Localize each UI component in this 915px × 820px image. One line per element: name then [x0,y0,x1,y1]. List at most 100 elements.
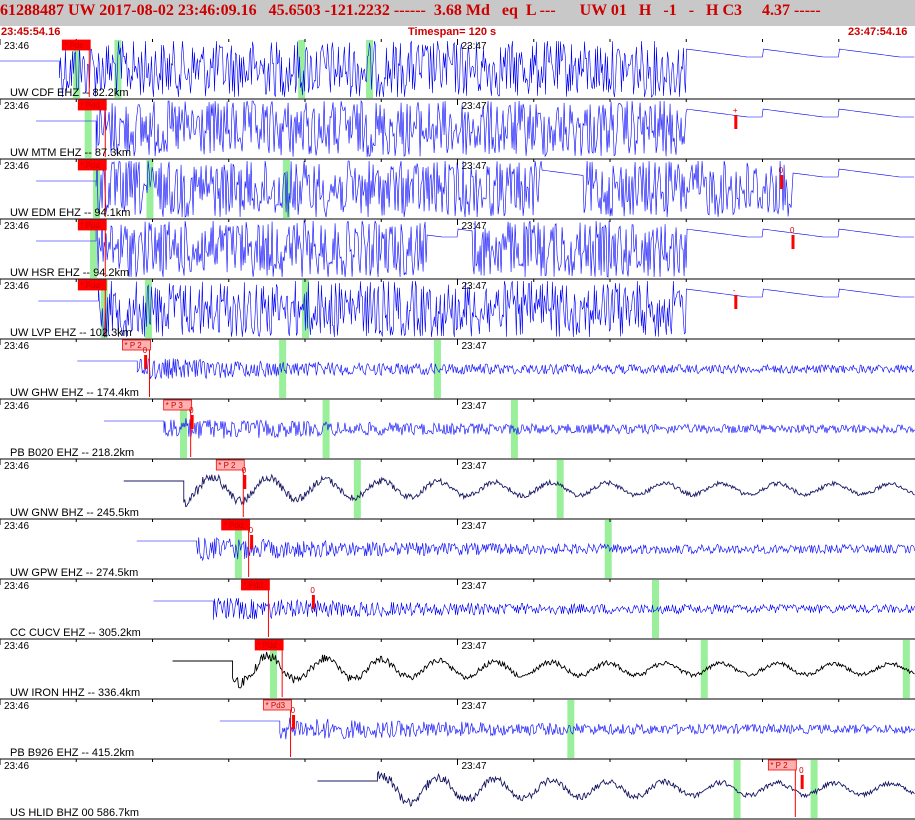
waveform [123,473,915,508]
trace-panel: 23:46 23:47 * P 2 0 UW GNW BHZ -- 245.5km [0,459,915,520]
tick-label: 23:47 [462,461,487,472]
magnitude: 3.68 Md [433,2,490,19]
station-label: CC CUCV EHZ -- 305.2km [10,627,141,639]
pick-label: * Pdc [64,41,83,50]
pick-mark-label: 0 [779,166,784,175]
trace-panel: 23:46 23:47 * Pdd - UW LVP EHZ -- 102.3km [0,279,915,340]
waveform [0,40,915,98]
origin-date: 2017-08-02 [99,2,174,19]
pick-label: * Pdd [243,581,263,590]
pick-mark [734,295,738,309]
pick-mark-label: + [733,106,738,115]
pick-label: * Pdd [80,281,100,290]
network: UW [68,2,96,19]
tick-label: 23:47 [462,161,487,172]
header-bar: 61288487 UW 2017-08-02 23:46:09.16 45.65… [0,0,915,26]
tick-label: 23:47 [462,41,487,52]
waveform [103,418,915,439]
pick-mark [780,175,784,189]
trace-panel: 23:46 23:47 * P 20 UW GHW EHZ -- 174.4km [0,339,915,400]
waveform [172,651,915,689]
tick-label: 23:47 [462,701,487,712]
green-marker [700,640,708,698]
trace-panel: 23:46 23:47 * Pdd UW IRON HHZ -- 336.4km [0,639,915,700]
waveform [317,771,915,807]
station-label: UW GPW EHZ -- 274.5km [10,567,138,579]
tick-label: 23:46 [4,161,29,172]
pick-mark [791,235,795,249]
tick-label: 23:47 [462,641,487,652]
pick-mark [311,595,315,609]
event-summary-line: 61288487 UW 2017-08-02 23:46:09.16 45.65… [0,1,915,21]
waveform [219,717,915,740]
score: 4.37 ----- [762,2,821,19]
green-marker [556,460,564,518]
tick-label: 23:47 [462,401,487,412]
tick-label: 23:46 [4,701,29,712]
trace-panel: 23:46 23:47 * Pdd 0 UW GPW EHZ -- 274.5km [0,519,915,580]
longitude: -121.2232 [324,2,390,19]
pick-label: * P 3 [166,401,184,410]
pick-label: * Pdd [80,101,100,110]
trace-panel: 23:46 23:47 * P 3 0 PB B020 EHZ -- 218.2km [0,399,915,460]
station-label: UW CDF EHZ -- 82.2km [10,87,129,99]
tick-label: 23:46 [4,641,29,652]
waveform [136,536,915,562]
start-time: 23:45:54.16 [1,26,61,38]
pick-mark [190,415,194,429]
tick-label: 23:46 [4,761,29,772]
pick-label: * Pd3 [266,701,286,710]
tick-label: 23:46 [4,281,29,292]
trace-panel: 23:46 23:47 * Pdc UW CDF EHZ -- 82.2km [0,39,915,100]
end-time: 23:47:54.16 [848,26,908,38]
pick-mark-label: 0 [242,466,247,475]
tick-label: 23:46 [4,581,29,592]
station-label: US HLID BHZ 00 586.7km [10,807,139,819]
green-marker [810,760,818,818]
station-label: UW GHW EHZ -- 174.4km [10,387,139,399]
trace-panel: 23:46 23:47 * Pdd 0 CC CUCV EHZ -- 305.2km [0,579,915,640]
green-marker [279,340,287,398]
station-label: PB B926 EHZ -- 415.2km [10,747,134,759]
event-id: 61288487 [0,2,64,19]
pick-mark [292,715,296,729]
timespan: Timespan= 120 s [408,26,497,38]
tick-label: 23:47 [462,221,487,232]
waveform [153,597,915,620]
tick-label: 23:47 [462,761,487,772]
origin-time: 23:46:09.16 [177,2,257,19]
pick-mark-label: 0 [799,766,804,775]
tick-label: 23:47 [462,101,487,112]
pick-mark-label: 0 [249,526,254,535]
pick-mark [144,355,148,369]
pick-mark [243,475,247,489]
pick-label: * Pdd [80,161,100,170]
tick-label: 23:46 [4,461,29,472]
pick-mark-label: 0 [310,586,315,595]
pick-label: * Pdd [257,641,277,650]
waveform [77,356,915,380]
pick-label: * Pdd [80,221,100,230]
pick-mark [250,535,254,549]
station-label: UW IRON HHZ -- 336.4km [10,687,140,699]
latitude: 45.6503 [268,2,321,19]
review-tag: UW 01 H -1 - H C3 [579,2,743,19]
pick-mark-label: - [733,286,736,295]
station-label: UW HSR EHZ -- 94.2km [10,267,129,279]
seismogram-page: { "header": { "event_id": "61288487", "n… [0,0,915,820]
station-label: UW EDM EHZ -- 94.1km [10,207,130,219]
tick-label: 23:47 [462,581,487,592]
station-label: UW LVP EHZ -- 102.3km [10,327,132,339]
pick-label: * Pdd [224,521,244,530]
pick-mark-label: 0 [790,226,795,235]
station-label: UW GNW BHZ -- 245.5km [10,507,139,519]
pick-label: * P 2 [124,341,142,350]
depth-dashes: ------ [393,2,426,19]
seismogram-panel: 23:46 23:47 * Pdc UW CDF EHZ -- 82.2km 23:46… [0,39,915,820]
pick-mark-label: 0 [143,346,148,355]
location-type: L --- [525,2,556,19]
tick-label: 23:47 [462,521,487,532]
pick-label: * P 2 [770,761,788,770]
tick-label: 23:47 [462,281,487,292]
tick-label: 23:46 [4,341,29,352]
